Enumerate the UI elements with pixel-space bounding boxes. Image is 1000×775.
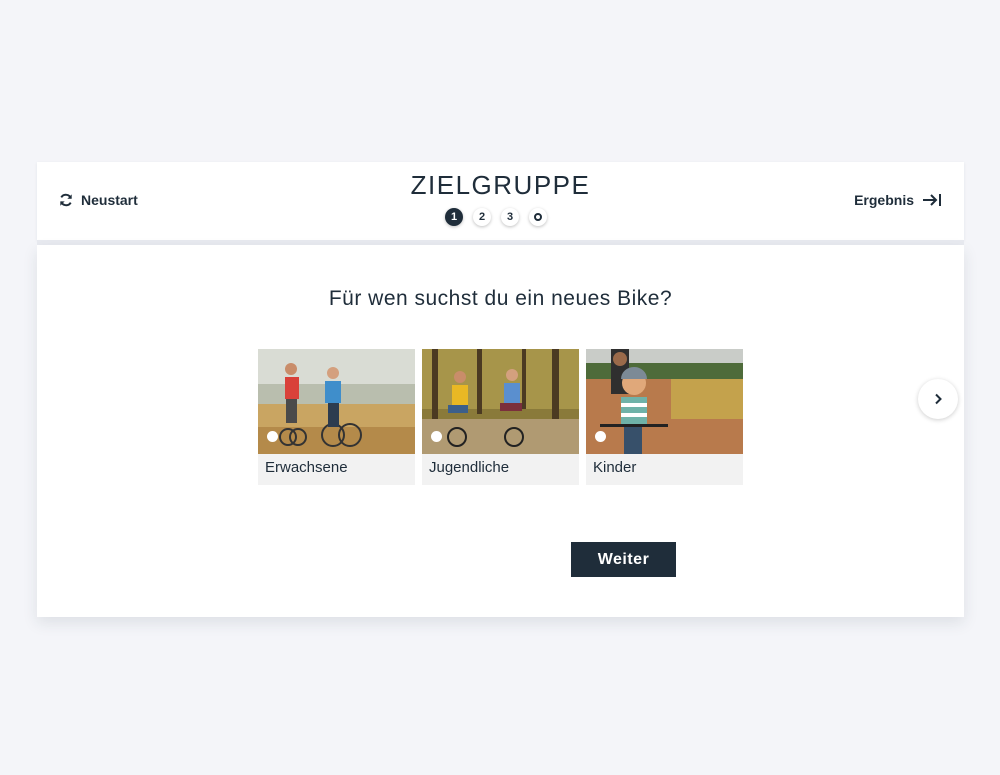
step-indicator: 1 2 3 <box>445 208 547 226</box>
option-list: Erwachsene Jugendliche Kinder <box>258 349 743 485</box>
option-label: Kinder <box>593 459 637 476</box>
result-label: Ergebnis <box>854 192 914 208</box>
option-card-kinder[interactable]: Kinder <box>586 349 743 485</box>
option-card-erwachsene[interactable]: Erwachsene <box>258 349 415 485</box>
continue-button[interactable]: Weiter <box>571 542 676 577</box>
option-label: Jugendliche <box>429 459 510 476</box>
question-card: Für wen suchst du ein neues Bike? Erwach… <box>37 245 964 617</box>
teens-cycling-photo <box>422 349 579 454</box>
step-2[interactable]: 2 <box>473 208 491 226</box>
child-cycling-photo <box>586 349 743 454</box>
step-3[interactable]: 3 <box>501 208 519 226</box>
step-1[interactable]: 1 <box>445 208 463 226</box>
page-title: ZIELGRUPPE <box>410 170 591 200</box>
adults-cycling-photo <box>258 349 415 454</box>
option-radio[interactable] <box>595 431 606 442</box>
header-card: Neustart ZIELGRUPPE 1 2 3 Ergebnis <box>37 162 964 240</box>
option-radio[interactable] <box>431 431 442 442</box>
step-result[interactable] <box>529 208 547 226</box>
option-radio[interactable] <box>267 431 278 442</box>
option-card-jugendliche[interactable]: Jugendliche <box>422 349 579 485</box>
arrow-right-to-bar-icon <box>923 194 941 206</box>
question-heading: Für wen suchst du ein neues Bike? <box>328 287 673 310</box>
result-button[interactable]: Ergebnis <box>854 192 942 208</box>
option-label: Erwachsene <box>265 459 348 476</box>
chevron-right-icon <box>935 393 942 405</box>
carousel-next-button[interactable] <box>918 379 958 419</box>
result-circle-icon <box>534 213 542 221</box>
